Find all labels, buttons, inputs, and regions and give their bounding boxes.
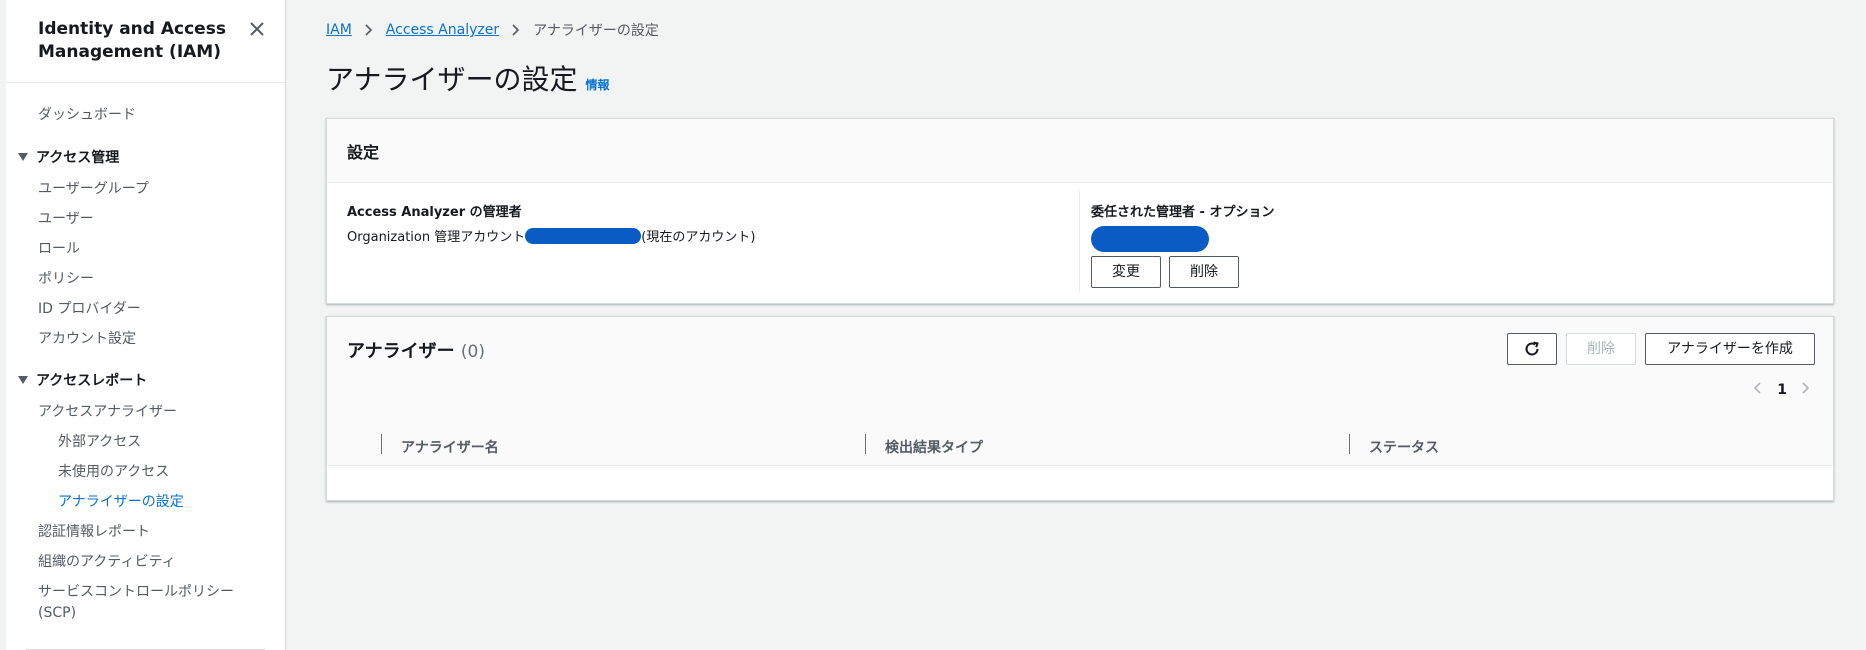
settings-panel-header: 設定 (327, 119, 1833, 183)
admin-value: Organization 管理アカウント (現在のアカウント) (347, 226, 755, 245)
column-separator (1349, 434, 1350, 454)
breadcrumb-access-analyzer[interactable]: Access Analyzer (386, 22, 499, 38)
change-button[interactable]: 変更 (1091, 256, 1161, 288)
sidebar-item-account-settings[interactable]: アカウント設定 (38, 328, 136, 348)
chevron-right-icon (509, 23, 523, 37)
sidebar-header: Identity and Access Management (IAM) (6, 0, 285, 83)
redacted-delegated-admin (1091, 226, 1209, 252)
column-header-finding-type[interactable]: 検出結果タイプ (885, 437, 983, 457)
analyzers-count: (0) (460, 342, 486, 362)
delegated-admin-actions: 変更 削除 (1091, 256, 1274, 288)
sidebar-section-label: アクセス管理 (36, 150, 120, 166)
page-title-row: アナライザーの設定 情報 (326, 58, 609, 98)
page-number[interactable]: 1 (1777, 382, 1787, 398)
sidebar-item-analyzer-settings[interactable]: アナライザーの設定 (58, 491, 184, 511)
admin-value-prefix: Organization 管理アカウント (347, 230, 526, 245)
sidebar-item-external-access[interactable]: 外部アクセス (58, 431, 141, 451)
analyzers-panel-header: アナライザー (0) 削除 アナライザーを作成 1 (327, 317, 1833, 426)
settings-panel: 設定 Access Analyzer の管理者 Organization 管理ア… (326, 118, 1834, 304)
sidebar-section-label: アクセスレポート (36, 373, 148, 389)
chevron-left-icon[interactable] (1751, 381, 1765, 399)
refresh-icon (1525, 341, 1539, 356)
create-analyzer-button[interactable]: アナライザーを作成 (1645, 333, 1815, 365)
sidebar-item-policies[interactable]: ポリシー (38, 268, 94, 288)
delegated-admin-label: 委任された管理者 - オプション (1091, 205, 1275, 220)
column-header-analyzer-name[interactable]: アナライザー名 (401, 437, 499, 457)
sidebar-section-access-reports[interactable]: アクセスレポート (18, 370, 147, 390)
table-header: アナライザー名 検出結果タイプ ステータス (327, 425, 1833, 466)
delete-analyzer-button[interactable]: 削除 (1566, 333, 1636, 365)
admin-value-suffix: (現在のアカウント) (641, 230, 756, 245)
page-title: アナライザーの設定 (326, 63, 578, 96)
sidebar-item-scp[interactable]: サービスコントロールポリシー (SCP) (38, 581, 234, 621)
sidebar-item-credential-report[interactable]: 認証情報レポート (38, 521, 150, 541)
admin-section: Access Analyzer の管理者 Organization 管理アカウン… (347, 201, 755, 245)
sidebar-item-org-activity[interactable]: 組織のアクティビティ (38, 551, 176, 571)
sidebar-item-scp-line1: サービスコントロールポリシー (38, 584, 234, 600)
sidebar-title: Identity and Access Management (IAM) (38, 19, 226, 62)
sidebar-item-users[interactable]: ユーザー (38, 208, 94, 228)
sidebar-item-roles[interactable]: ロール (38, 238, 80, 258)
sidebar-item-id-providers[interactable]: ID プロバイダー (38, 298, 141, 318)
caret-down-icon (18, 153, 28, 161)
chevron-right-icon (362, 23, 376, 37)
sidebar-item-dashboard[interactable]: ダッシュボード (38, 104, 136, 124)
breadcrumb: IAM Access Analyzer アナライザーの設定 (326, 20, 659, 40)
breadcrumb-iam[interactable]: IAM (326, 22, 352, 38)
column-divider (1079, 189, 1080, 293)
sidebar: Identity and Access Management (IAM) ダッシ… (6, 0, 286, 650)
settings-panel-title: 設定 (347, 143, 380, 162)
close-icon[interactable] (246, 18, 268, 40)
column-separator (865, 434, 866, 454)
analyzers-panel: アナライザー (0) 削除 アナライザーを作成 1 アナライザー名 検出結果タイ… (326, 316, 1834, 501)
info-link[interactable]: 情報 (585, 76, 609, 93)
delegated-admin-value (1091, 226, 1274, 252)
pagination: 1 (1751, 381, 1813, 399)
sidebar-item-unused-access[interactable]: 未使用のアクセス (58, 461, 169, 481)
caret-down-icon (18, 376, 28, 384)
refresh-button[interactable] (1507, 333, 1557, 365)
redacted-account-id (525, 227, 642, 244)
analyzers-title: アナライザー (0) (347, 337, 485, 363)
sidebar-item-scp-line2: (SCP) (38, 605, 77, 621)
sidebar-item-user-groups[interactable]: ユーザーグループ (38, 178, 149, 198)
delegated-admin-section: 委任された管理者 - オプション 変更 削除 (1091, 201, 1274, 288)
analyzers-title-text: アナライザー (347, 341, 455, 362)
breadcrumb-current: アナライザーの設定 (533, 23, 659, 39)
sidebar-section-access-management[interactable]: アクセス管理 (18, 147, 119, 167)
admin-label: Access Analyzer の管理者 (347, 205, 522, 220)
column-header-status[interactable]: ステータス (1369, 437, 1439, 457)
column-separator (381, 434, 382, 454)
sidebar-item-access-analyzer[interactable]: アクセスアナライザー (38, 401, 177, 421)
delete-delegated-button[interactable]: 削除 (1169, 256, 1239, 288)
chevron-right-icon[interactable] (1799, 381, 1813, 399)
